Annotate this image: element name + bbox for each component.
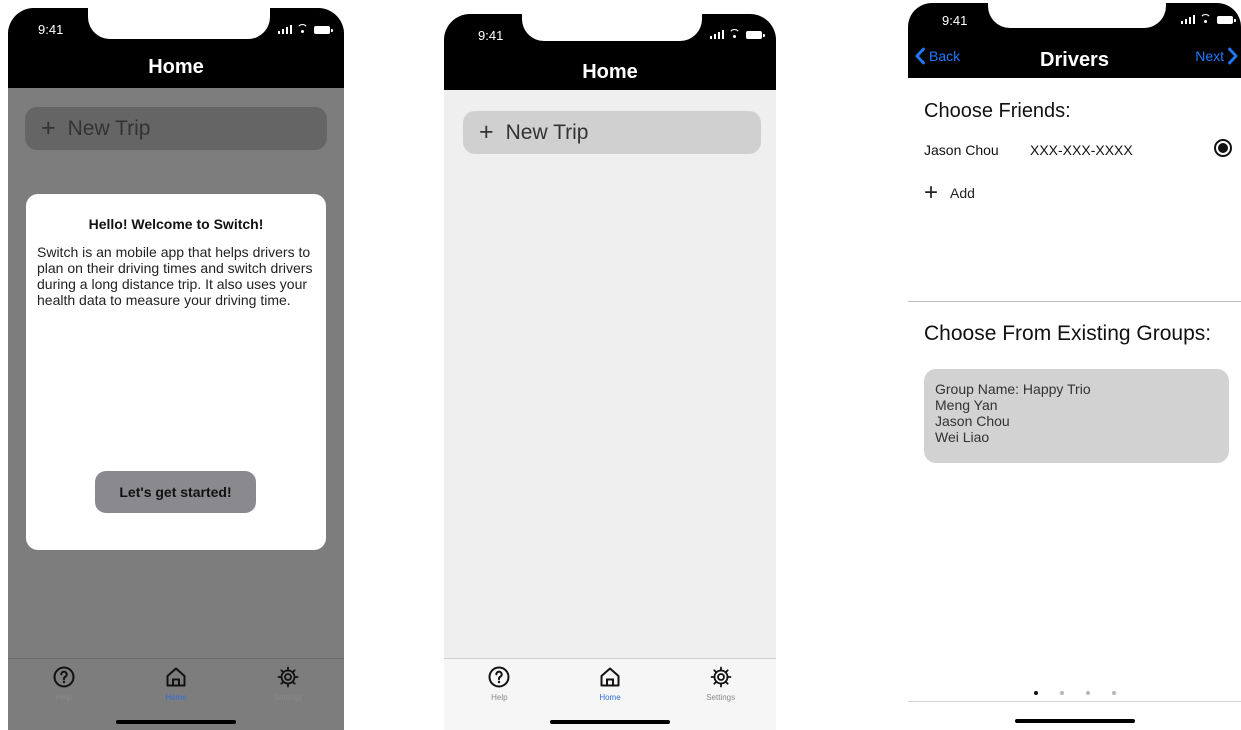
phone-screen-drivers: 9:41 Drivers Back Next Choose Friends: J… — [908, 3, 1241, 730]
notch — [88, 8, 270, 39]
wifi-icon — [1200, 14, 1212, 24]
page-title: Home — [148, 56, 204, 78]
friend-radio-button[interactable] — [1214, 139, 1232, 157]
tab-bar: Help Home Settings — [8, 658, 344, 702]
page-indicator — [908, 691, 1241, 695]
notch — [522, 14, 702, 41]
status-time: 9:41 — [38, 22, 64, 37]
system-icons — [277, 24, 333, 34]
new-trip-label: New Trip — [67, 116, 151, 140]
tab-label: Help — [55, 693, 73, 702]
home-icon — [166, 667, 186, 687]
friend-phone: XXX-XXX-XXXX — [1030, 142, 1133, 158]
back-label: Back — [929, 48, 961, 64]
tab-label: Help — [491, 693, 508, 702]
friend-row[interactable]: Jason Chou XXX-XXX-XXXX — [924, 139, 1236, 164]
chevron-right-icon — [1228, 47, 1238, 65]
gear-icon — [710, 666, 732, 688]
plus-icon: + — [41, 114, 56, 142]
choose-friends-title: Choose Friends: — [924, 100, 1071, 122]
phone-screen-welcome: 9:41 Home + New Trip Hello! Welcome to S… — [8, 8, 344, 730]
wifi-icon — [729, 29, 741, 39]
signal-icon — [1180, 15, 1195, 24]
friend-name: Jason Chou — [924, 142, 999, 158]
tab-home[interactable]: Home — [136, 659, 216, 702]
tab-help[interactable]: Help — [24, 659, 104, 702]
status-time: 9:41 — [478, 28, 504, 43]
dialog-title: Hello! Welcome to Switch! — [88, 216, 264, 232]
help-icon — [488, 666, 510, 688]
add-friend-button[interactable]: + Add — [924, 181, 975, 205]
nav-bar: Home — [8, 52, 344, 88]
status-time: 9:41 — [942, 13, 968, 28]
back-button[interactable]: Back — [914, 47, 960, 65]
notch — [988, 3, 1166, 28]
tab-label: Settings — [273, 693, 303, 702]
phone-screen-home: 9:41 Home + New Trip Help Home Settings — [444, 14, 776, 730]
status-bar: 9:41 — [8, 8, 344, 52]
help-icon — [53, 666, 75, 688]
new-trip-button[interactable]: + New Trip — [463, 111, 761, 154]
gear-icon — [277, 666, 299, 688]
wifi-icon — [297, 24, 309, 34]
tab-help[interactable]: Help — [459, 659, 539, 730]
system-icons — [709, 29, 765, 39]
tab-label: Settings — [706, 693, 736, 702]
new-trip-label: New Trip — [505, 120, 589, 144]
next-label: Next — [1195, 48, 1224, 64]
page-dot — [1111, 691, 1116, 695]
system-icons — [1180, 14, 1236, 24]
page-title: Home — [582, 61, 638, 83]
page-dot — [1059, 691, 1064, 695]
add-label: Add — [950, 185, 975, 201]
group-card[interactable]: Group Name: Happy Trio Meng Yan Jason Ch… — [924, 369, 1229, 463]
bottom-divider — [908, 701, 1241, 702]
battery-icon — [314, 26, 333, 34]
group-member: Jason Chou — [935, 413, 1010, 429]
welcome-dialog: Hello! Welcome to Switch! Switch is an m… — [26, 194, 326, 550]
home-icon — [600, 667, 620, 687]
tab-settings[interactable]: Settings — [681, 659, 761, 730]
page-dot — [1085, 691, 1090, 695]
nav-bar: Home — [444, 58, 776, 90]
existing-groups-title: Choose From Existing Groups: — [924, 322, 1212, 345]
home-indicator — [1014, 719, 1135, 723]
status-bar: 9:41 — [444, 14, 776, 58]
battery-icon — [746, 31, 765, 39]
tab-label: Home — [599, 693, 621, 702]
section-divider — [908, 301, 1241, 302]
battery-icon — [1217, 16, 1236, 24]
tab-label: Home — [165, 693, 187, 702]
group-name: Group Name: Happy Trio — [935, 381, 1091, 397]
new-trip-button[interactable]: + New Trip — [25, 107, 327, 150]
plus-icon: + — [924, 179, 939, 206]
dialog-body: Switch is an mobile app that helps drive… — [37, 244, 313, 308]
home-indicator — [550, 720, 670, 724]
group-member: Meng Yan — [935, 397, 998, 413]
group-member: Wei Liao — [935, 429, 990, 445]
tab-settings[interactable]: Settings — [248, 659, 328, 702]
next-button[interactable]: Next — [1195, 47, 1239, 65]
chevron-left-icon — [915, 47, 925, 65]
signal-icon — [277, 25, 292, 34]
signal-icon — [709, 30, 724, 39]
page-dot-active — [1033, 691, 1038, 695]
home-indicator — [116, 720, 236, 724]
plus-icon: + — [479, 118, 494, 146]
get-started-button[interactable]: Let's get started! — [95, 471, 256, 513]
